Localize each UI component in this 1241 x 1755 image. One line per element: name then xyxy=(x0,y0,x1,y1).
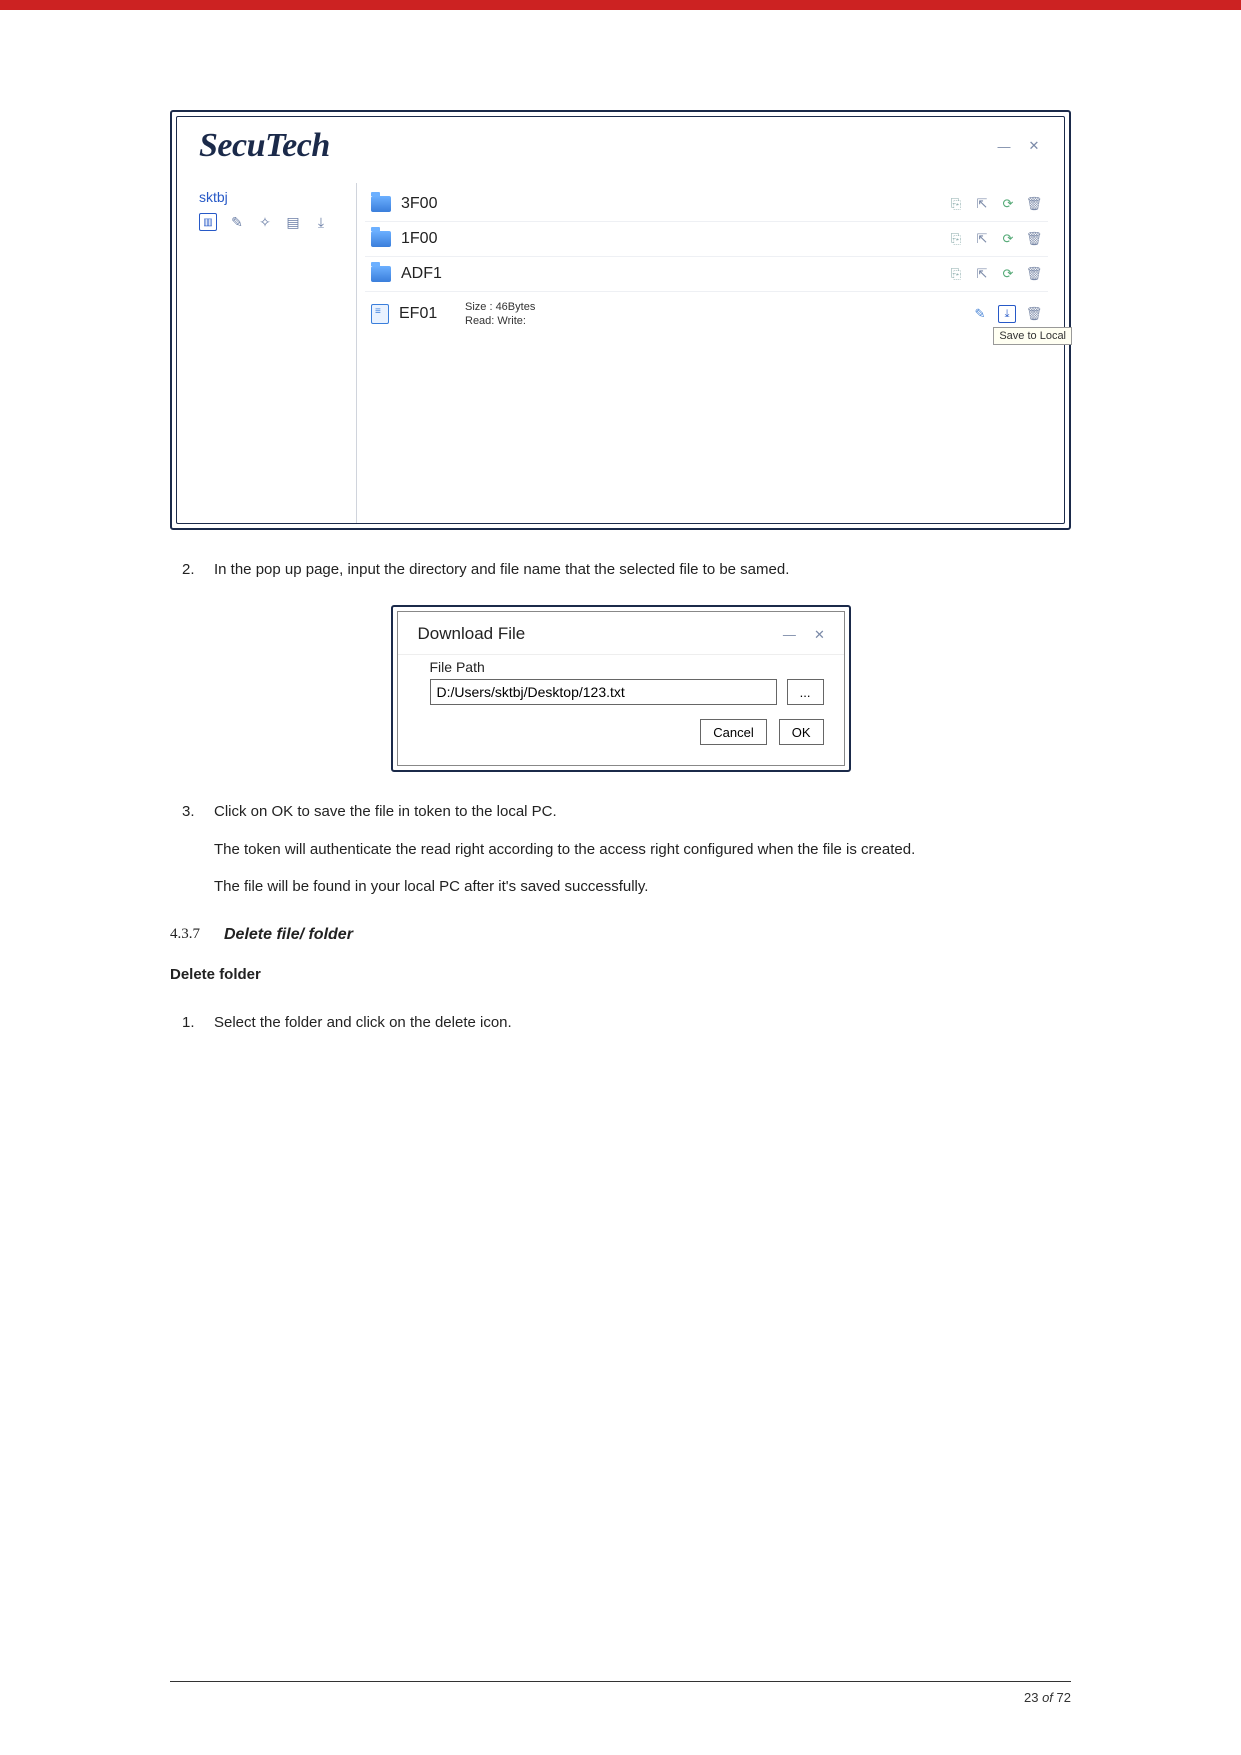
sidebar-device-label[interactable]: sktbj xyxy=(199,189,346,205)
dialog-title-text: Download File xyxy=(418,624,526,644)
trash-icon[interactable]: 🗑 xyxy=(1026,266,1042,282)
step-number: 1. xyxy=(182,1011,214,1034)
row-name: EF01 xyxy=(399,305,455,323)
section-title: Delete file/ folder xyxy=(224,926,353,944)
list-row-folder[interactable]: 3F00 ⎘ ⇱ ⟳ 🗑 xyxy=(365,187,1048,222)
filepath-input[interactable] xyxy=(430,679,777,705)
instruction-paragraph: The token will authenticate the read rig… xyxy=(214,838,1071,861)
step-text: Select the folder and click on the delet… xyxy=(214,1011,1071,1034)
step-number: 3. xyxy=(182,800,214,823)
section-heading: 4.3.7 Delete file/ folder xyxy=(170,926,1071,944)
row-actions: ✎ ⤓ 🗑 Save to Local xyxy=(972,305,1042,323)
row-actions: ⎘ ⇱ ⟳ 🗑 xyxy=(948,231,1042,247)
file-icon xyxy=(371,304,389,324)
ok-button[interactable]: OK xyxy=(779,719,824,745)
export-icon[interactable]: ⇱ xyxy=(974,196,990,212)
minimize-icon[interactable]: — xyxy=(996,138,1012,154)
page-of: of xyxy=(1042,1690,1056,1705)
toolbar-chip-icon[interactable]: ▥ xyxy=(199,213,217,231)
copy-icon[interactable]: ⎘ xyxy=(948,231,964,247)
save-tooltip: Save to Local xyxy=(993,327,1072,345)
copy-icon[interactable]: ⎘ xyxy=(948,196,964,212)
dialog-titlebar: Download File — ✕ xyxy=(398,612,844,654)
trash-icon[interactable]: 🗑 xyxy=(1026,306,1042,322)
step-text: Click on OK to save the file in token to… xyxy=(214,800,1071,823)
dialog-window-controls: — ✕ xyxy=(781,624,827,644)
page-content: SecuTech — ✕ sktbj ▥ ✎ ✧ ▤ ⤓ xyxy=(0,10,1241,1100)
row-actions: ⎘ ⇱ ⟳ 🗑 xyxy=(948,266,1042,282)
folder-icon xyxy=(371,231,391,247)
toolbar-download-icon[interactable]: ⤓ xyxy=(313,214,329,230)
app-brand: SecuTech xyxy=(199,127,330,165)
refresh-icon[interactable]: ⟳ xyxy=(1000,196,1016,212)
file-list: 3F00 ⎘ ⇱ ⟳ 🗑 1F00 xyxy=(357,183,1064,523)
app-titlebar: SecuTech — ✕ xyxy=(177,117,1064,183)
edit-icon[interactable]: ✎ xyxy=(972,306,988,322)
instruction-list: 1. Select the folder and click on the de… xyxy=(182,1011,1071,1034)
app-window-inner: SecuTech — ✕ sktbj ▥ ✎ ✧ ▤ ⤓ xyxy=(176,116,1065,524)
close-icon[interactable]: ✕ xyxy=(1026,138,1042,154)
dialog-frame: Download File — ✕ File Path ... Cancel xyxy=(391,605,851,772)
row-meta: Size : 46Bytes Read: Write: xyxy=(465,300,535,329)
list-row-file[interactable]: EF01 Size : 46Bytes Read: Write: ✎ ⤓ 🗑 S… xyxy=(365,292,1048,337)
row-name: ADF1 xyxy=(401,265,457,283)
instruction-item: 1. Select the folder and click on the de… xyxy=(182,1011,1071,1034)
file-size: Size : 46Bytes xyxy=(465,301,535,313)
app-body: sktbj ▥ ✎ ✧ ▤ ⤓ 3F00 xyxy=(177,183,1064,523)
sidebar: sktbj ▥ ✎ ✧ ▤ ⤓ xyxy=(177,183,357,523)
toolbar-doc-icon[interactable]: ▤ xyxy=(285,214,301,230)
page-number: 23 xyxy=(1024,1690,1042,1705)
folder-icon xyxy=(371,266,391,282)
page-total: 72 xyxy=(1057,1690,1071,1705)
save-to-local-icon[interactable]: ⤓ xyxy=(998,305,1016,323)
instruction-list: 3. Click on OK to save the file in token… xyxy=(182,800,1071,823)
dialog-actions: Cancel OK xyxy=(430,719,824,745)
app-window-frame: SecuTech — ✕ sktbj ▥ ✎ ✧ ▤ ⤓ xyxy=(170,110,1071,530)
close-icon[interactable]: ✕ xyxy=(812,627,828,643)
dialog-body: File Path ... Cancel OK xyxy=(398,654,844,765)
instruction-item: 2. In the pop up page, input the directo… xyxy=(182,558,1071,581)
refresh-icon[interactable]: ⟳ xyxy=(1000,266,1016,282)
page-accent-bar xyxy=(0,0,1241,10)
export-icon[interactable]: ⇱ xyxy=(974,231,990,247)
chip-glyph: ▥ xyxy=(203,217,212,228)
list-row-folder[interactable]: ADF1 ⎘ ⇱ ⟳ 🗑 xyxy=(365,257,1048,292)
instruction-item: 3. Click on OK to save the file in token… xyxy=(182,800,1071,823)
filepath-label: File Path xyxy=(430,659,824,675)
instruction-paragraph: The file will be found in your local PC … xyxy=(214,875,1071,898)
step-number: 2. xyxy=(182,558,214,581)
download-dialog: Download File — ✕ File Path ... Cancel xyxy=(397,611,845,766)
trash-icon[interactable]: 🗑 xyxy=(1026,196,1042,212)
refresh-icon[interactable]: ⟳ xyxy=(1000,231,1016,247)
subsection-heading: Delete folder xyxy=(170,966,1071,983)
section-number: 4.3.7 xyxy=(170,926,200,944)
instruction-list: 2. In the pop up page, input the directo… xyxy=(182,558,1071,581)
filepath-row: ... xyxy=(430,679,824,705)
sidebar-toolbar: ▥ ✎ ✧ ▤ ⤓ xyxy=(199,213,346,231)
toolbar-key2-icon[interactable]: ✧ xyxy=(257,214,273,230)
page-footer: 23 of 72 xyxy=(170,1681,1071,1705)
step-text: In the pop up page, input the directory … xyxy=(214,558,1071,581)
trash-icon[interactable]: 🗑 xyxy=(1026,231,1042,247)
list-row-folder[interactable]: 1F00 ⎘ ⇱ ⟳ 🗑 xyxy=(365,222,1048,257)
row-actions: ⎘ ⇱ ⟳ 🗑 xyxy=(948,196,1042,212)
export-icon[interactable]: ⇱ xyxy=(974,266,990,282)
browse-button[interactable]: ... xyxy=(787,679,824,705)
copy-icon[interactable]: ⎘ xyxy=(948,266,964,282)
minimize-icon[interactable]: — xyxy=(781,627,797,643)
cancel-button[interactable]: Cancel xyxy=(700,719,766,745)
window-controls: — ✕ xyxy=(996,138,1042,154)
toolbar-key-icon[interactable]: ✎ xyxy=(229,214,245,230)
row-name: 3F00 xyxy=(401,195,457,213)
folder-icon xyxy=(371,196,391,212)
file-perms: Read: Write: xyxy=(465,314,535,328)
row-name: 1F00 xyxy=(401,230,457,248)
